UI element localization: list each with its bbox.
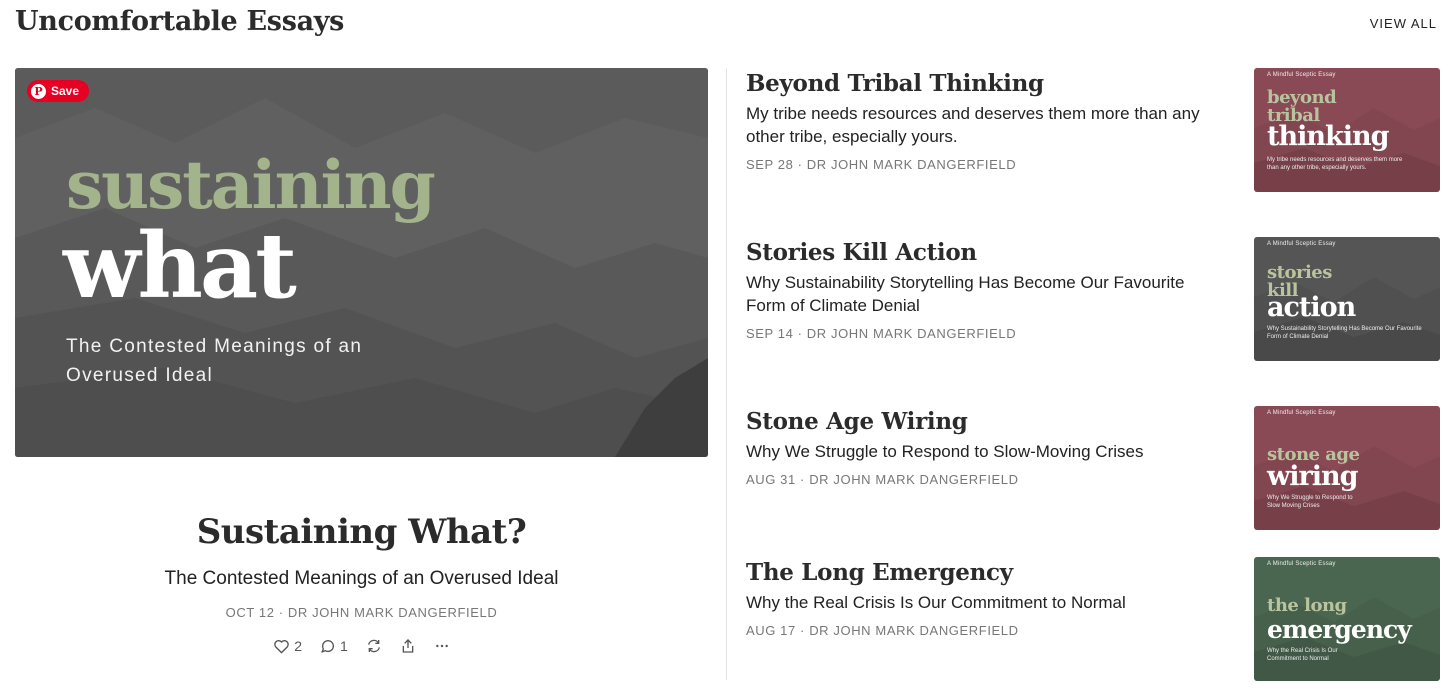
post-subtitle[interactable]: Why the Real Crisis Is Our Commitment to… (746, 591, 1226, 614)
comment-button[interactable]: 1 (320, 638, 348, 654)
thumbnail-blurb: Why the Real Crisis Is Our Commitment to… (1267, 648, 1338, 662)
like-button[interactable]: 2 (273, 638, 302, 654)
comment-icon (321, 640, 334, 653)
post-meta: SEP 14 · DR JOHN MARK DANGERFIELD (746, 326, 1017, 341)
pinterest-save-button[interactable]: P Save (27, 80, 90, 102)
post-title[interactable]: Stone Age Wiring (746, 408, 968, 435)
section-title: Uncomfortable Essays (15, 6, 345, 37)
thumbnail-blurb: Why We Struggle to Respond to Slow Movin… (1267, 495, 1353, 509)
hero-word-what: what (63, 213, 297, 319)
thumbnail-blurb: Why Sustainability Storytelling Has Beco… (1267, 326, 1422, 340)
post-subtitle[interactable]: Why We Struggle to Respond to Slow-Movin… (746, 440, 1226, 463)
comment-count: 1 (340, 638, 348, 654)
restack-icon (367, 639, 380, 653)
heart-icon (274, 639, 290, 653)
post-item[interactable]: Stories Kill Action Why Sustainability S… (746, 237, 1440, 361)
post-actions: 2 1 (0, 638, 723, 654)
post-subtitle[interactable]: Why Sustainability Storytelling Has Beco… (746, 271, 1226, 317)
share-icon (402, 639, 414, 653)
post-title[interactable]: Stories Kill Action (746, 239, 977, 266)
thumbnail-word2: wiring (1267, 461, 1358, 492)
thumbnail-word1: the long (1267, 595, 1347, 616)
post-thumbnail[interactable]: A Mindful Sceptic Essay stories kill act… (1254, 237, 1440, 361)
post-item[interactable]: Stone Age Wiring Why We Struggle to Resp… (746, 406, 1440, 530)
post-meta: AUG 17 · DR JOHN MARK DANGERFIELD (746, 623, 1019, 638)
post-meta: AUG 31 · DR JOHN MARK DANGERFIELD (746, 472, 1019, 487)
ellipsis-icon (435, 644, 448, 648)
post-thumbnail[interactable]: A Mindful Sceptic Essay the long emergen… (1254, 557, 1440, 681)
thumbnail-blurb: My tribe needs resources and deserves th… (1267, 157, 1403, 171)
post-title[interactable]: The Long Emergency (746, 559, 1013, 586)
featured-post-image[interactable]: P Save sustaining what The Contested Mea… (15, 68, 708, 457)
featured-post-subtitle[interactable]: The Contested Meanings of an Overused Id… (15, 568, 708, 590)
featured-post-meta: OCT 12 · DR JOHN MARK DANGERFIELD (225, 605, 498, 620)
hero-subtitle: The Contested Meanings of an Overused Id… (66, 336, 363, 386)
view-all-link[interactable]: VIEW ALL (1370, 16, 1437, 31)
post-item[interactable]: The Long Emergency Why the Real Crisis I… (746, 557, 1440, 681)
save-label: Save (51, 84, 80, 98)
thumbnail-kicker: A Mindful Sceptic Essay (1267, 241, 1336, 247)
post-thumbnail[interactable]: A Mindful Sceptic Essay beyond tribal th… (1254, 68, 1440, 192)
thumbnail-kicker: A Mindful Sceptic Essay (1267, 72, 1336, 78)
like-count: 2 (294, 638, 302, 654)
post-title[interactable]: Beyond Tribal Thinking (746, 70, 1044, 97)
post-thumbnail[interactable]: A Mindful Sceptic Essay stone age wiring… (1254, 406, 1440, 530)
featured-post-title[interactable]: Sustaining What? (15, 512, 708, 552)
column-divider (726, 68, 727, 680)
share-button[interactable] (400, 638, 416, 654)
thumbnail-word2: emergency (1267, 615, 1412, 644)
thumbnail-kicker: A Mindful Sceptic Essay (1267, 561, 1336, 567)
thumbnail-word1: beyond tribal (1267, 87, 1337, 126)
thumbnail-kicker: A Mindful Sceptic Essay (1267, 410, 1336, 416)
post-item[interactable]: Beyond Tribal Thinking My tribe needs re… (746, 68, 1440, 192)
thumbnail-word2: action (1267, 292, 1356, 323)
thumbnail-word2: thinking (1267, 121, 1389, 152)
post-subtitle[interactable]: My tribe needs resources and deserves th… (746, 102, 1226, 148)
more-options-button[interactable] (434, 638, 450, 654)
pinterest-icon: P (31, 83, 46, 99)
restack-button[interactable] (366, 638, 382, 654)
post-meta: SEP 28 · DR JOHN MARK DANGERFIELD (746, 157, 1017, 172)
